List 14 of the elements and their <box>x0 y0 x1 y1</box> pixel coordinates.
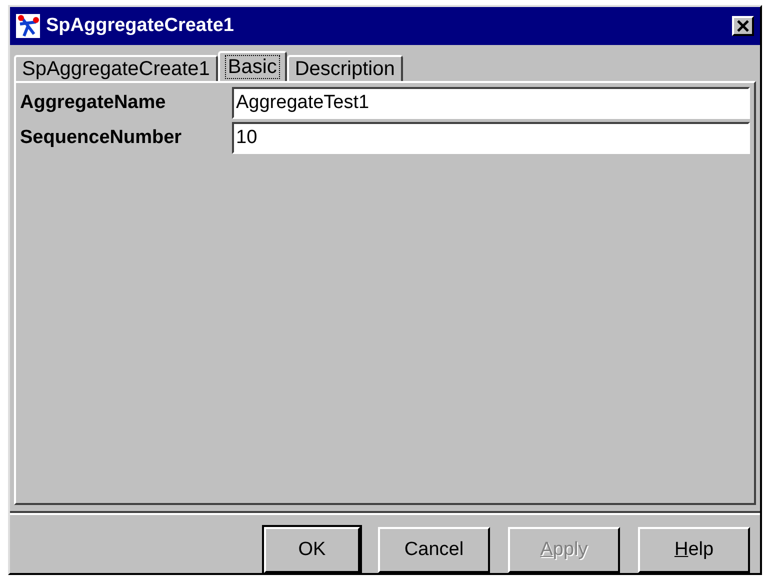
close-icon <box>737 20 749 32</box>
tab[interactable]: SpAggregateCreate1 <box>14 55 218 81</box>
tab[interactable]: Basic <box>218 51 287 81</box>
dialog-button[interactable]: Cancel <box>378 527 490 573</box>
input-field[interactable]: 10 <box>232 122 750 154</box>
close-button[interactable] <box>732 16 754 36</box>
window-title: SpAggregateCreate1 <box>46 15 235 37</box>
dialog-button[interactable]: OK <box>264 527 360 573</box>
input-field[interactable]: AggregateTest1 <box>232 87 750 119</box>
tab[interactable]: Description <box>286 55 403 81</box>
field-label: SequenceNumber <box>20 126 183 150</box>
app-icon <box>16 14 40 38</box>
dialog-button[interactable]: Help <box>638 527 750 573</box>
field-label: AggregateName <box>20 91 167 115</box>
